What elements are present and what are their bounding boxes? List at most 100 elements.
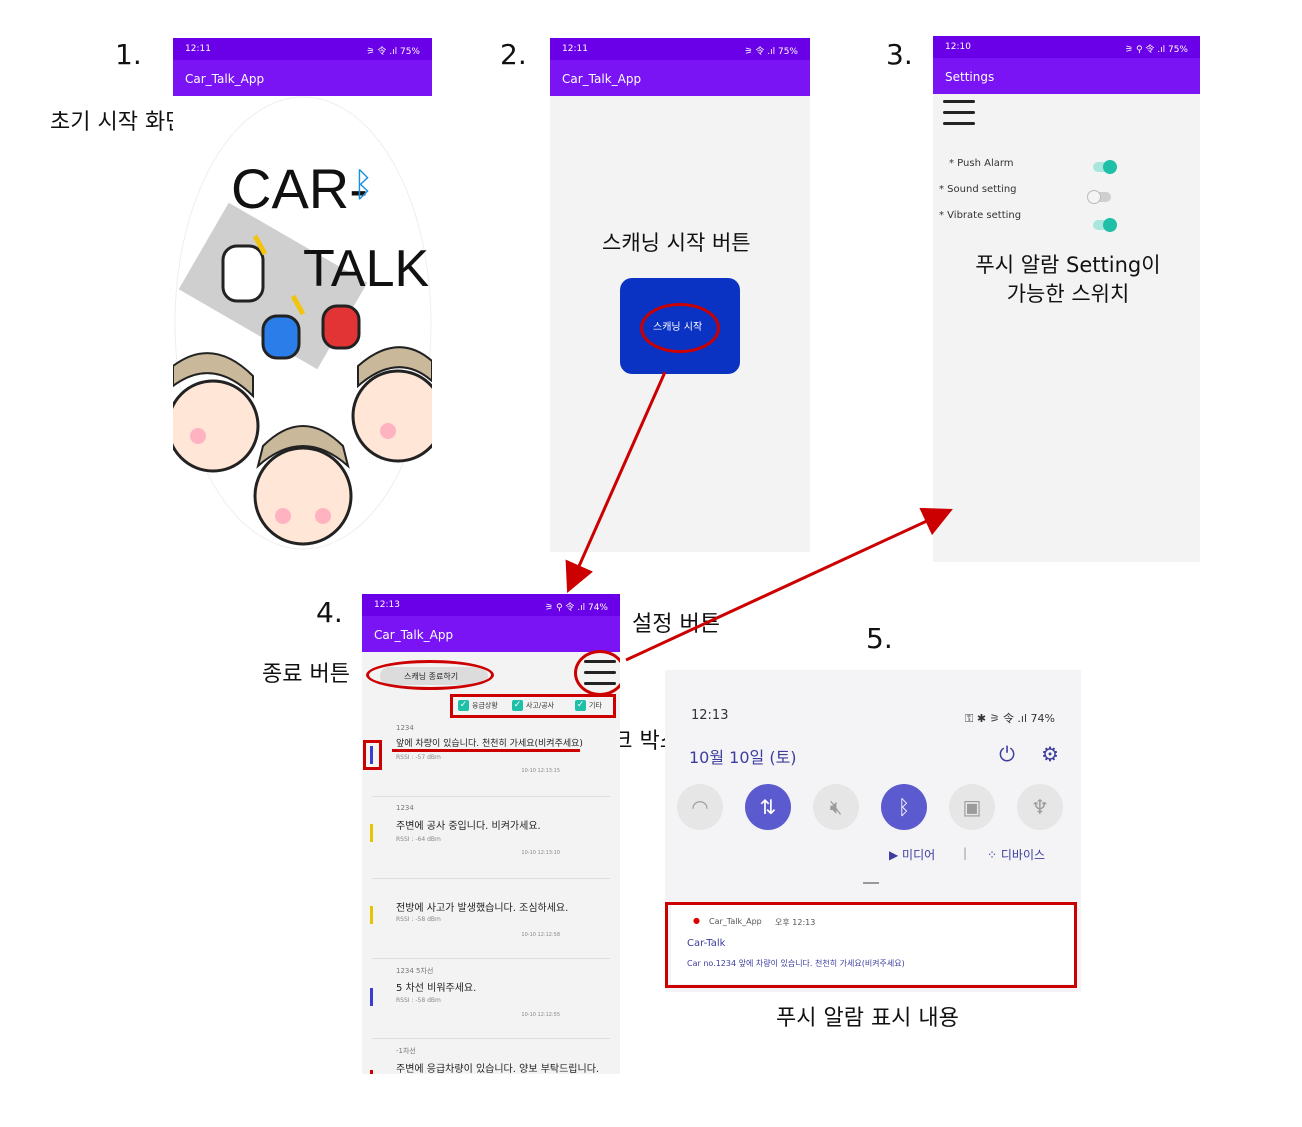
message-rssi: RSSI : -58 dBm	[396, 916, 441, 923]
media-label: 미디어	[902, 848, 936, 862]
highlight-checkboxes	[450, 694, 616, 718]
drag-handle[interactable]	[863, 882, 879, 884]
message-rssi: RSSI : -64 dBm	[396, 836, 441, 843]
message-id: 1234	[396, 724, 414, 732]
highlight-priority-bar	[363, 740, 382, 770]
logo-text-car: CAR-	[231, 157, 368, 220]
wifi-icon[interactable]: ◠	[677, 784, 723, 830]
message-priority-bar	[370, 906, 373, 924]
app-bar: Car_Talk_App	[362, 616, 620, 652]
step-3-number: 3.	[886, 38, 913, 71]
bluetooth-icon[interactable]: ᛒ	[881, 784, 927, 830]
setting-vibrate-label: * Vibrate setting	[939, 210, 1022, 221]
step-4-caption-exit: 종료 버튼	[262, 662, 350, 687]
status-icons: ⚞ 令 .ıl 75%	[366, 47, 420, 57]
status-time: 12:10	[945, 42, 971, 52]
face-left	[173, 379, 260, 473]
status-bar: 12:10 ⚞ ⚲ 令 .ıl 75%	[933, 36, 1200, 58]
push-alarm-toggle[interactable]	[1093, 160, 1117, 174]
message-text: 앞에 차량이 있습니다. 천천히 가세요(비켜주세요)	[396, 739, 583, 749]
step-2-number: 2.	[500, 38, 527, 71]
message-rssi: RSSI : -57 dBm	[396, 754, 441, 761]
shade-time: 12:13	[691, 708, 729, 723]
gear-icon[interactable]: ⚙	[1041, 742, 1059, 766]
message-text: 5 차선 비워주세요.	[396, 983, 477, 994]
power-icon[interactable]: ⏻	[999, 742, 1015, 766]
message-date: 10-10 12:13:10	[521, 850, 560, 856]
sound-toggle[interactable]	[1087, 190, 1111, 204]
divider	[372, 1038, 610, 1039]
phone-3-settings: 12:10 ⚞ ⚲ 令 .ıl 75% Settings * Push Alar…	[933, 36, 1200, 562]
app-bar: Settings	[933, 58, 1200, 94]
app-title: Car_Talk_App	[374, 628, 454, 642]
devices-label: 디바이스	[1000, 848, 1046, 862]
car-white	[221, 244, 265, 303]
step-3-caption-line2: 가능한 스위치	[1006, 282, 1130, 306]
step-5-number: 5.	[866, 622, 893, 655]
app-title: Settings	[945, 70, 995, 84]
highlight-underline-message	[392, 749, 580, 752]
message-id: -1차선	[396, 1047, 416, 1055]
vibrate-toggle[interactable]	[1093, 218, 1117, 232]
setting-push-alarm-label: * Push Alarm	[949, 158, 1014, 169]
message-date: 10-10 12:12:58	[521, 932, 560, 938]
media-button[interactable]: ▶ 미디어	[889, 846, 935, 863]
app-title: Car_Talk_App	[562, 72, 642, 86]
highlight-stop-button	[366, 660, 494, 690]
shade-status-icons: ⚿ ✱ ⚞ 令 .ıl 74%	[965, 712, 1055, 725]
phone-2-scan: 12:11 ⚞ 令 .ıl 75% Car_Talk_App 스캐닝 시작 버튼…	[550, 38, 810, 552]
step-3-caption-line1: 푸시 알람 Setting이	[975, 253, 1161, 277]
status-icons: ⚞ ⚲ 令 .ıl 75%	[1125, 45, 1188, 55]
shade-date: 10월 10일 (토)	[689, 748, 797, 767]
message-rssi: RSSI : -58 dBm	[396, 997, 441, 1004]
status-bar: 12:11 ⚞ 令 .ıl 75%	[173, 38, 432, 60]
message-priority-bar	[370, 824, 373, 842]
car-blue	[261, 314, 301, 360]
flashlight-icon[interactable]: ♆	[1017, 784, 1063, 830]
mobile-data-icon[interactable]: ⇅	[745, 784, 791, 830]
car-red	[321, 304, 361, 350]
step-4-caption-settings: 설정 버튼	[632, 612, 720, 637]
mute-icon[interactable]: 🔇︎	[813, 784, 859, 830]
app-bar: Car_Talk_App	[173, 60, 432, 96]
status-icons: ⚞ 令 .ıl 75%	[744, 47, 798, 57]
face-right	[351, 369, 432, 463]
highlight-notification	[665, 902, 1077, 988]
message-text: 주변에 응급차량이 있습니다. 양보 부탁드립니다.	[396, 1064, 600, 1074]
status-icons: ⚞ ⚲ 令 .ıl 74%	[545, 603, 608, 613]
separator: |	[963, 846, 968, 860]
status-bar: 12:11 ⚞ 令 .ıl 75%	[550, 38, 810, 60]
hamburger-menu-icon[interactable]	[943, 100, 975, 133]
message-text: 주변에 공사 중입니다. 비켜가세요.	[396, 821, 541, 832]
message-date: 10-10 12:13:15	[521, 768, 560, 774]
message-id: 1234 5차선	[396, 967, 434, 975]
step-5-caption: 푸시 알람 표시 내용	[776, 1006, 959, 1031]
phone-4-messages: 12:13 ⚞ ⚲ 令 .ıl 74% Car_Talk_App 스캐닝 종료하…	[362, 594, 620, 1074]
bluetooth-icon: ᛒ	[353, 165, 373, 205]
step-1-number: 1.	[115, 38, 142, 71]
phone-5-notification-shade: 12:13 ⚿ ✱ ⚞ 令 .ıl 74% 10월 10일 (토) ⏻ ⚙ ◠ …	[665, 670, 1081, 992]
app-title: Car_Talk_App	[185, 72, 265, 86]
divider	[372, 796, 610, 797]
divider	[372, 878, 610, 879]
lock-icon[interactable]: ▣	[949, 784, 995, 830]
face-middle	[253, 446, 353, 546]
step-2-caption: 스캐닝 시작 버튼	[602, 231, 751, 255]
message-priority-bar	[370, 988, 373, 1006]
message-text: 전방에 사고가 발생했습니다. 조심하세요.	[396, 903, 569, 914]
logo-text-talk: TALK	[303, 240, 430, 298]
status-time: 12:11	[185, 44, 211, 54]
status-bar: 12:13 ⚞ ⚲ 令 .ıl 74%	[362, 594, 620, 616]
status-time: 12:13	[374, 600, 400, 610]
message-id: 1234	[396, 804, 414, 812]
message-date: 10-10 12:12:55	[521, 1012, 560, 1018]
phone-1-splash: 12:11 ⚞ 令 .ıl 75% Car_Talk_App CAR- ᛒ TA…	[173, 38, 432, 550]
devices-button[interactable]: ⁘ 디바이스	[987, 846, 1045, 863]
setting-sound-label: * Sound setting	[939, 184, 1017, 195]
app-bar: Car_Talk_App	[550, 60, 810, 96]
divider	[372, 958, 610, 959]
status-time: 12:11	[562, 44, 588, 54]
step-4-number: 4.	[316, 596, 343, 629]
step-1-caption: 초기 시작 화면	[50, 110, 186, 135]
highlight-settings-button	[574, 650, 620, 696]
